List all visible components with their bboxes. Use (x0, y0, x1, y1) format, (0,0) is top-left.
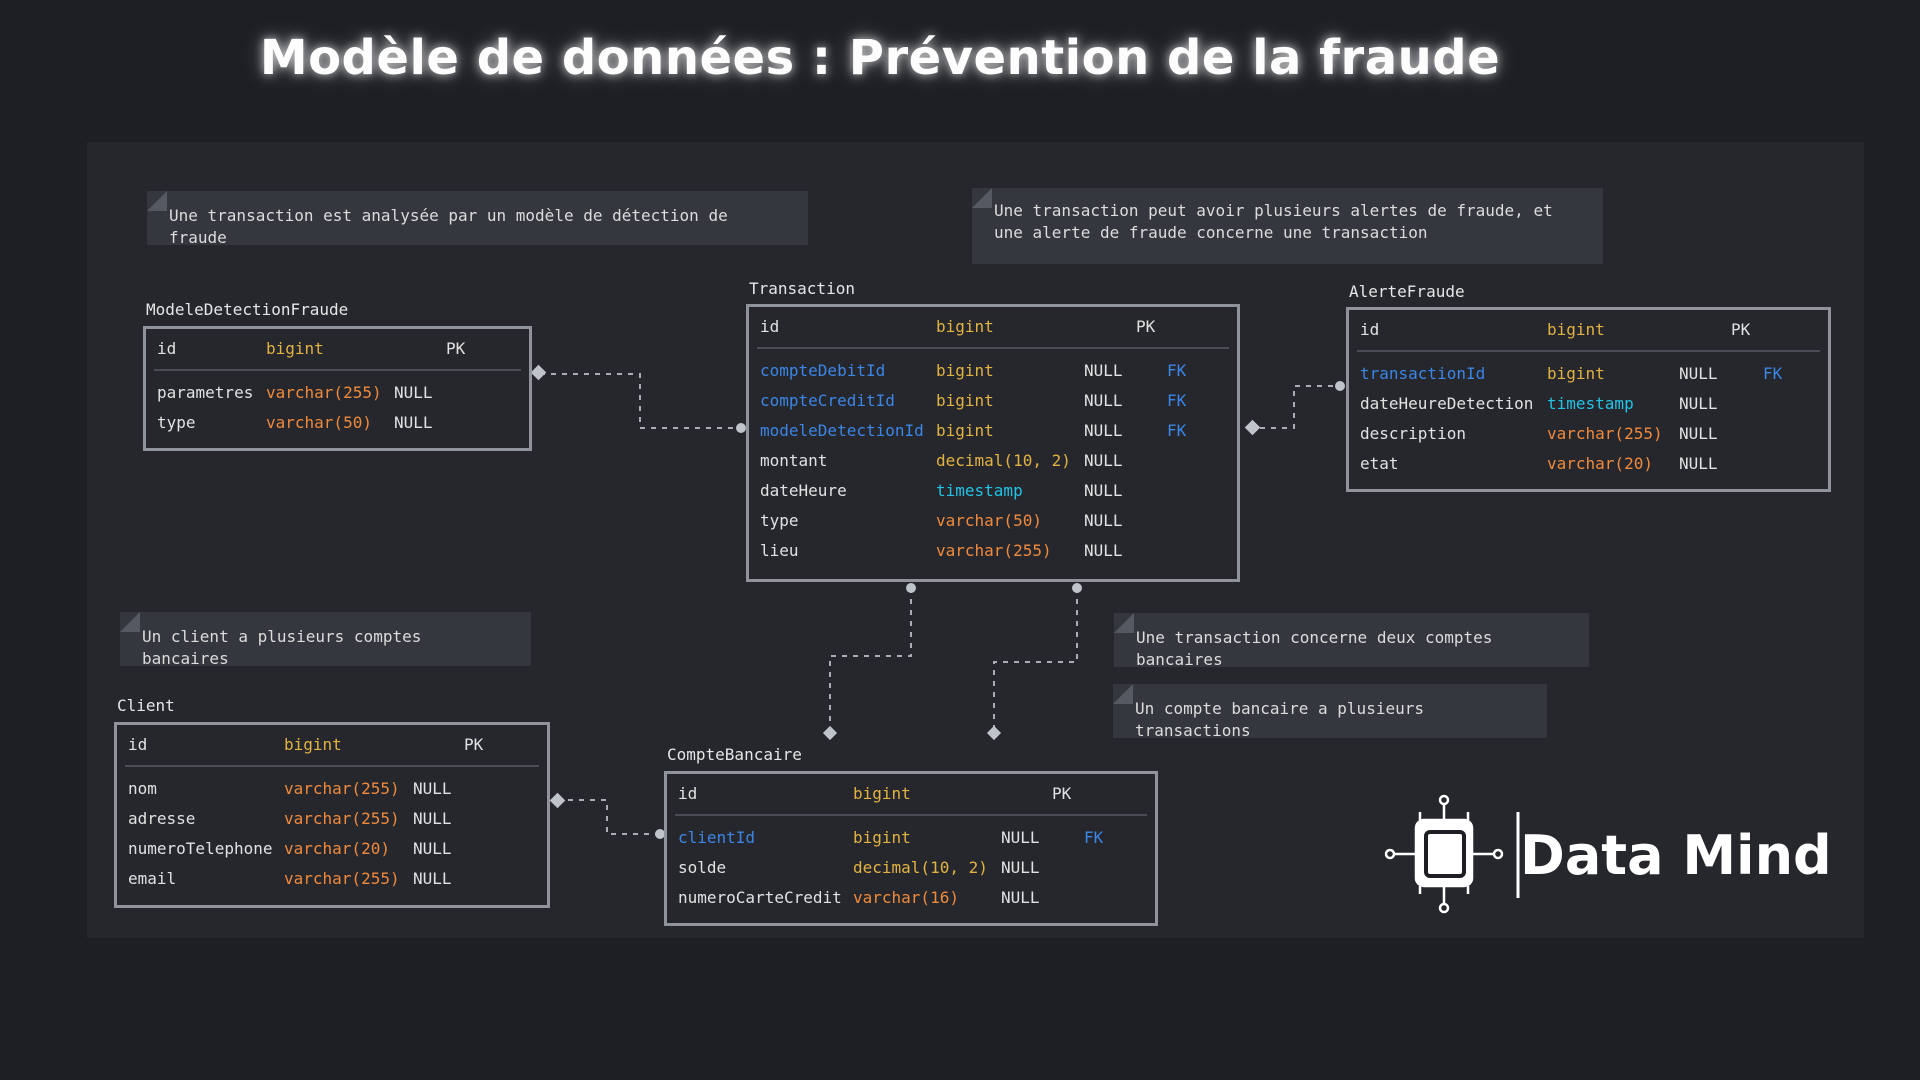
column-row: id bigint PK (1360, 320, 1751, 339)
rel-dot-transaction-debit (906, 583, 916, 593)
column-row: numeroTelephone varchar(20) NULL (128, 839, 452, 858)
rel-diamond-modele (530, 364, 547, 381)
entity-title-client: Client (117, 696, 175, 715)
rel-dot-alerte (1335, 381, 1345, 391)
brand-name: Data Mind (1520, 824, 1832, 887)
column-row: clientId bigint NULL FK (678, 828, 1104, 847)
column-row: id bigint PK (678, 784, 1072, 803)
entity-title-transaction: Transaction (749, 279, 855, 298)
entity-client: id bigint PK nom varchar(255) NULL adres… (114, 722, 550, 908)
rel-dot-transaction-modele (736, 423, 746, 433)
rel-transaction-alerte (1249, 385, 1340, 429)
column-row: email varchar(255) NULL (128, 869, 452, 888)
rel-diamond-compte-credit (986, 725, 1002, 741)
column-row: parametres varchar(255) NULL (157, 383, 433, 402)
note-modele-transaction: Une transaction est analysée par un modè… (147, 191, 808, 247)
column-row: etat varchar(20) NULL (1360, 454, 1718, 473)
column-row: dateHeureDetection timestamp NULL (1360, 394, 1718, 413)
entity-transaction: id bigint PK compteDebitId bigint NULL F… (746, 304, 1240, 582)
rel-dot-transaction-credit (1072, 583, 1082, 593)
column-row: transactionId bigint NULL FK (1360, 364, 1783, 383)
rel-client-compte (557, 799, 660, 835)
column-row: id bigint PK (128, 735, 484, 754)
column-row: id bigint PK (760, 317, 1156, 336)
note-alerte-transaction: Une transaction peut avoir plusieurs ale… (972, 188, 1603, 264)
entity-compte: id bigint PK clientId bigint NULL FK sol… (664, 771, 1158, 926)
column-row: lieu varchar(255) NULL (760, 541, 1123, 560)
column-row: solde decimal(10, 2) NULL (678, 858, 1040, 877)
rel-diamond-compte-debit (822, 725, 838, 741)
column-row: dateHeure timestamp NULL (760, 481, 1123, 500)
entity-title-alerte: AlerteFraude (1349, 282, 1465, 301)
column-row: type varchar(50) NULL (157, 413, 433, 432)
rel-diamond-transaction (1244, 419, 1261, 436)
column-row: id bigint PK (157, 339, 466, 358)
column-row: numeroCarteCredit varchar(16) NULL (678, 888, 1040, 907)
column-row: compteCreditId bigint NULL FK (760, 391, 1187, 410)
column-row: adresse varchar(255) NULL (128, 809, 452, 828)
entity-title-compte: CompteBancaire (667, 745, 802, 764)
note-client-comptes: Un client a plusieurs comptes bancaires (120, 612, 531, 668)
column-row: montant decimal(10, 2) NULL (760, 451, 1123, 470)
entity-title-modele: ModeleDetectionFraude (146, 300, 349, 319)
chip-circuit-icon (1384, 794, 1520, 914)
column-row: compteDebitId bigint NULL FK (760, 361, 1187, 380)
rel-transaction-compte-credit (993, 588, 1078, 733)
rel-diamond-client (549, 792, 566, 809)
column-row: modeleDetectionId bigint NULL FK (760, 421, 1187, 440)
entity-alerte: id bigint PK transactionId bigint NULL F… (1346, 307, 1831, 492)
entity-modele: id bigint PK parametres varchar(255) NUL… (143, 326, 532, 451)
column-row: type varchar(50) NULL (760, 511, 1123, 530)
rel-transaction-compte-debit (829, 588, 912, 733)
note-transaction-comptes: Une transaction concerne deux comptes ba… (1114, 613, 1589, 669)
note-compte-transactions: Un compte bancaire a plusieurs transacti… (1113, 684, 1547, 740)
page-title: Modèle de données : Prévention de la fra… (259, 30, 1501, 86)
column-row: description varchar(255) NULL (1360, 424, 1718, 443)
rel-modele-transaction (540, 373, 741, 429)
column-row: nom varchar(255) NULL (128, 779, 452, 798)
